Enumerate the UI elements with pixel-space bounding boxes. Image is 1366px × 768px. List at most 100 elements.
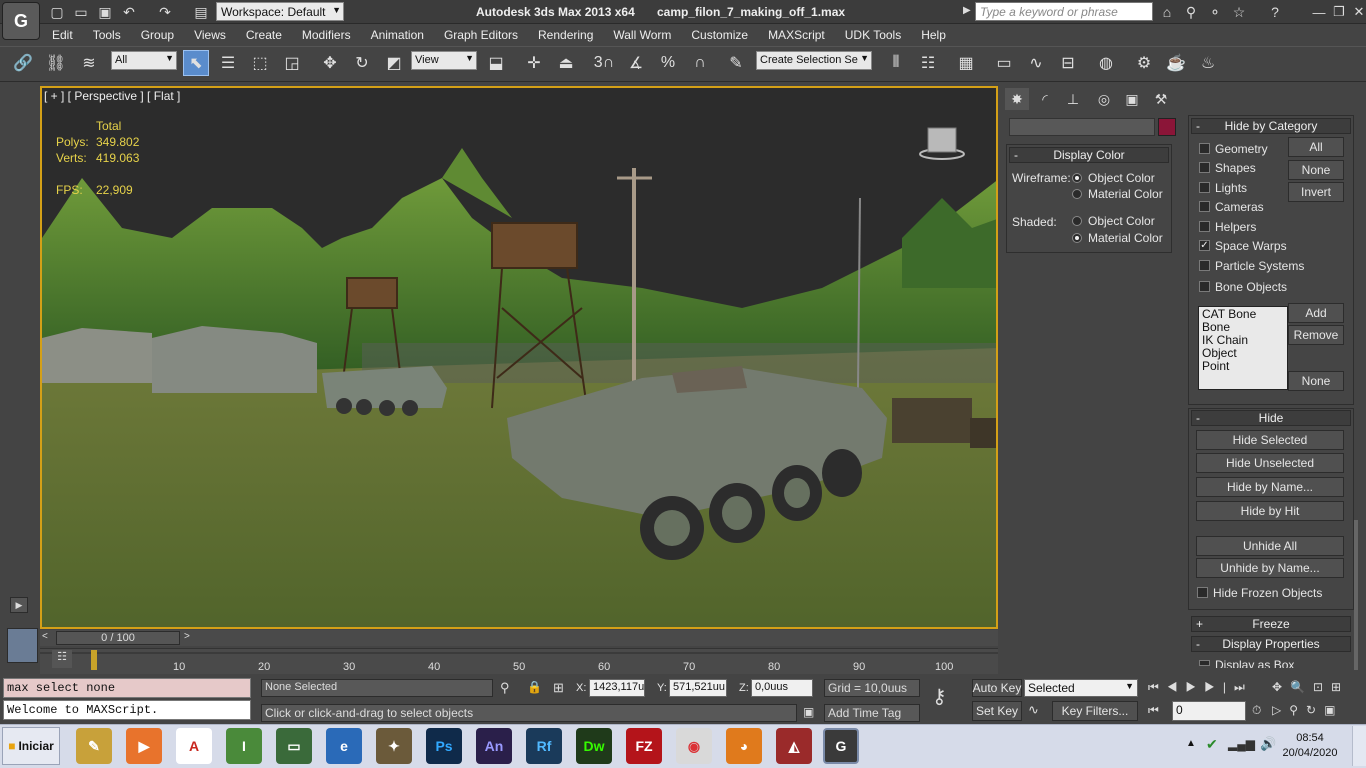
align-icon[interactable]: ☷ bbox=[915, 50, 941, 76]
particle-systems-checkbox[interactable] bbox=[1199, 260, 1210, 271]
hierarchy-tab-icon[interactable]: ⊥ bbox=[1061, 88, 1085, 110]
bind-space-warp-icon[interactable]: ≋ bbox=[76, 50, 102, 76]
taskbar-reflow-icon[interactable]: Rf bbox=[526, 728, 562, 764]
menu-graph-editors[interactable]: Graph Editors bbox=[432, 25, 526, 45]
viewport-label[interactable]: [ + ] [ Perspective ] [ Flat ] bbox=[44, 89, 180, 103]
new-file-icon[interactable]: ▢ bbox=[48, 3, 66, 21]
hide-unselected-button[interactable]: Hide Unselected bbox=[1196, 453, 1344, 473]
menu-group[interactable]: Group bbox=[129, 25, 182, 45]
remove-button[interactable]: Remove bbox=[1288, 325, 1344, 345]
open-track-view-icon[interactable]: ☷ bbox=[52, 650, 72, 668]
menu-udk-tools[interactable]: UDK Tools bbox=[833, 25, 909, 45]
mirror-icon[interactable]: ⫴ bbox=[883, 50, 909, 76]
set-key-mode-key-icon[interactable]: ⚷ bbox=[932, 684, 947, 709]
cameras-checkbox[interactable] bbox=[1199, 201, 1210, 212]
maxscript-listener-input[interactable]: max select none bbox=[3, 678, 251, 698]
named-selection-sets-dropdown[interactable]: Create Selection Se ▼ bbox=[756, 51, 872, 70]
taskbar-rifle-icon[interactable]: ✦ bbox=[376, 728, 412, 764]
menu-maxscript[interactable]: MAXScript bbox=[756, 25, 833, 45]
restore-icon[interactable]: ❐ bbox=[1330, 3, 1348, 21]
z-coordinate-field[interactable]: 0,0uus bbox=[751, 679, 813, 697]
signal-icon[interactable]: ▂▄▆ bbox=[1228, 737, 1255, 751]
favorites-star-icon[interactable]: ☆ bbox=[1230, 3, 1248, 21]
playback-controls[interactable]: ⏮◀▶▶|⏭ bbox=[1148, 680, 1253, 695]
shapes-checkbox[interactable] bbox=[1199, 162, 1210, 173]
key-selection-dropdown[interactable]: Selected ▼ bbox=[1024, 679, 1138, 697]
menu-animation[interactable]: Animation bbox=[359, 25, 432, 45]
hide-selected-button[interactable]: Hide Selected bbox=[1196, 430, 1344, 450]
angle-snap-icon[interactable]: ∡ bbox=[623, 50, 649, 76]
taskbar-media-player-icon[interactable]: ▶ bbox=[126, 728, 162, 764]
scale-icon[interactable]: ◩ bbox=[381, 50, 407, 76]
helpers-checkbox[interactable] bbox=[1199, 221, 1210, 232]
object-name-field[interactable] bbox=[1009, 118, 1155, 136]
modify-tab-icon[interactable]: ◜ bbox=[1033, 88, 1057, 110]
unhide-all-button[interactable]: Unhide All bbox=[1196, 536, 1344, 556]
hide-by-hit-button[interactable]: Hide by Hit bbox=[1196, 501, 1344, 521]
start-button[interactable]: ■ Iniciar bbox=[2, 727, 60, 765]
taskbar-photoshop-icon[interactable]: Ps bbox=[426, 728, 462, 764]
x-coordinate-field[interactable]: 1423,117u bbox=[589, 679, 645, 697]
undo-icon[interactable]: ↶ bbox=[120, 3, 138, 21]
taskbar-dreamweaver-icon[interactable]: Dw bbox=[576, 728, 612, 764]
material-editor-icon[interactable]: ◍ bbox=[1093, 50, 1119, 76]
menu-rendering[interactable]: Rendering bbox=[526, 25, 601, 45]
default-in-out-tangent-icon[interactable]: ∿ bbox=[1028, 702, 1039, 718]
project-folder-icon[interactable]: ▤ bbox=[192, 3, 210, 21]
menu-views[interactable]: Views bbox=[182, 25, 234, 45]
slider-next-icon[interactable]: > bbox=[184, 631, 190, 642]
rotate-icon[interactable]: ↻ bbox=[349, 50, 375, 76]
list-item[interactable]: IK Chain Object bbox=[1202, 334, 1284, 360]
app-logo-icon[interactable]: G bbox=[2, 2, 40, 40]
list-item[interactable]: Point bbox=[1202, 360, 1284, 373]
space-warps-checkbox[interactable]: ✓ bbox=[1199, 240, 1210, 251]
hide-rollout-header[interactable]: - Hide bbox=[1191, 410, 1351, 426]
create-tab-icon[interactable]: ✸ bbox=[1005, 88, 1029, 110]
volume-icon[interactable]: 🔊 bbox=[1260, 736, 1276, 752]
move-icon[interactable]: ✥ bbox=[317, 50, 343, 76]
menu-wall-worm[interactable]: Wall Worm bbox=[601, 25, 679, 45]
none-list-button[interactable]: None bbox=[1288, 371, 1344, 391]
hide-by-category-rollout-header[interactable]: - Hide by Category bbox=[1191, 118, 1351, 134]
hide-frozen-objects-checkbox[interactable] bbox=[1197, 587, 1208, 598]
taskbar-animate-icon[interactable]: An bbox=[476, 728, 512, 764]
menu-create[interactable]: Create bbox=[234, 25, 290, 45]
current-frame-marker[interactable] bbox=[91, 650, 97, 670]
shaded-material-color-radio[interactable] bbox=[1072, 233, 1082, 243]
redo-icon[interactable]: ↷ bbox=[156, 3, 174, 21]
play-triangle-icon[interactable]: ▶ bbox=[10, 597, 28, 613]
search-input[interactable]: Type a keyword or phrase bbox=[975, 2, 1153, 21]
perspective-viewport[interactable] bbox=[40, 86, 998, 629]
object-color-swatch[interactable] bbox=[1158, 118, 1176, 136]
graphite-ribbon-icon[interactable]: ▭ bbox=[991, 50, 1017, 76]
save-icon[interactable]: ▣ bbox=[96, 3, 114, 21]
time-slider-thumb[interactable]: 0 / 100 bbox=[56, 631, 180, 645]
wireframe-material-color-radio[interactable] bbox=[1072, 189, 1082, 199]
current-frame-field[interactable]: 0 bbox=[1172, 701, 1246, 721]
selection-filter-dropdown[interactable]: All ▼ bbox=[111, 51, 177, 70]
hide-by-name-button[interactable]: Hide by Name... bbox=[1196, 477, 1344, 497]
show-desktop-button[interactable] bbox=[1352, 726, 1366, 766]
percent-snap-icon[interactable]: % bbox=[655, 50, 681, 76]
display-as-box-checkbox[interactable] bbox=[1199, 660, 1210, 666]
y-coordinate-field[interactable]: 571,521uu bbox=[669, 679, 727, 697]
key-icon[interactable]: ⚲ bbox=[1182, 3, 1200, 21]
add-button[interactable]: Add bbox=[1288, 303, 1344, 323]
mini-curve-editor-icon[interactable] bbox=[7, 628, 38, 663]
taskbar-browser-icon[interactable]: e bbox=[326, 728, 362, 764]
window-crossing-icon[interactable]: ◲ bbox=[279, 50, 305, 76]
taskbar-3dsmax-icon[interactable]: G bbox=[823, 728, 859, 764]
snaps-toggle-icon[interactable]: 3 ∩ bbox=[591, 50, 617, 76]
keyboard-shortcut-override-icon[interactable]: ⏏ bbox=[553, 50, 579, 76]
open-file-icon[interactable]: ▭ bbox=[72, 3, 90, 21]
taskbar-cake-icon[interactable]: ◭ bbox=[776, 728, 812, 764]
key-mode-toggle-icon[interactable]: ⏮ bbox=[1148, 703, 1159, 718]
unlink-icon[interactable]: ⛓ bbox=[43, 50, 69, 76]
time-tag-icon[interactable]: ▣ bbox=[803, 705, 814, 719]
key-filters-button[interactable]: Key Filters... bbox=[1052, 701, 1138, 721]
menu-tools[interactable]: Tools bbox=[81, 25, 129, 45]
slider-prev-icon[interactable]: < bbox=[42, 631, 48, 642]
unhide-by-name-button[interactable]: Unhide by Name... bbox=[1196, 558, 1344, 578]
viewcube-icon[interactable] bbox=[918, 122, 966, 162]
system-clock[interactable]: 08:54 20/04/2020 bbox=[1280, 731, 1340, 761]
